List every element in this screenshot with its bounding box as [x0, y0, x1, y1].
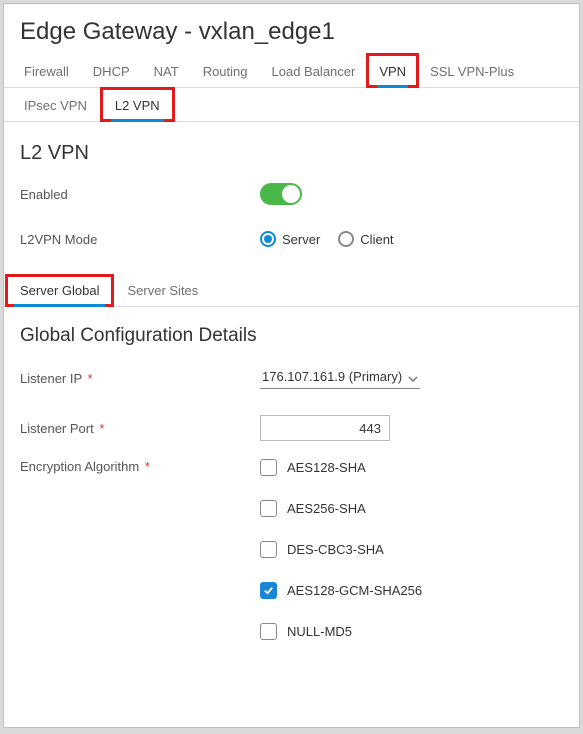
enc-option-0: AES128-SHA [260, 459, 366, 476]
vpn-subtabs: IPsec VPN L2 VPN [4, 88, 579, 122]
required-marker: * [145, 459, 150, 474]
subtab-l2-vpn[interactable]: L2 VPN [101, 88, 174, 121]
tab-load-balancer[interactable]: Load Balancer [260, 54, 368, 87]
encryption-first-row: Encryption Algorithm * AES128-SHA [20, 459, 563, 500]
tab-ssl-vpn-plus[interactable]: SSL VPN-Plus [418, 54, 526, 87]
enc-label: AES128-GCM-SHA256 [287, 583, 422, 598]
listener-port-label-text: Listener Port [20, 421, 94, 436]
mode-label: L2VPN Mode [20, 232, 260, 247]
listener-ip-value: 176.107.161.9 (Primary) [262, 369, 402, 384]
mode-radio-server-label: Server [282, 232, 320, 247]
listener-port-label: Listener Port * [20, 421, 260, 436]
subtab-ipsec-vpn[interactable]: IPsec VPN [10, 88, 101, 121]
row-listener-port: Listener Port * [20, 407, 563, 459]
encryption-rest: AES256-SHA DES-CBC3-SHA AES128-GCM-SHA25… [260, 500, 563, 640]
listener-port-input[interactable] [260, 415, 390, 441]
edge-gateway-window: Edge Gateway - vxlan_edge1 Firewall DHCP… [3, 3, 580, 728]
row-mode: L2VPN Mode Server Client [20, 223, 563, 265]
tab-server-sites[interactable]: Server Sites [113, 275, 212, 306]
listener-ip-select[interactable]: 176.107.161.9 (Primary) [260, 367, 420, 389]
l2vpn-section-title: L2 VPN [20, 142, 563, 165]
mode-radio-server[interactable]: Server [260, 231, 320, 247]
enc-checkbox-aes256-sha[interactable] [260, 500, 277, 517]
enc-label: DES-CBC3-SHA [287, 542, 384, 557]
enc-option-2: DES-CBC3-SHA [260, 541, 563, 558]
enc-option-3: AES128-GCM-SHA256 [260, 582, 563, 599]
enc-label: AES256-SHA [287, 501, 366, 516]
top-tabs: Firewall DHCP NAT Routing Load Balancer … [4, 54, 579, 88]
server-tabs: Server Global Server Sites [4, 275, 579, 307]
mode-radio-client-label: Client [360, 232, 393, 247]
enc-checkbox-aes128-sha[interactable] [260, 459, 277, 476]
radio-dot-icon [260, 231, 276, 247]
radio-dot-icon [338, 231, 354, 247]
tab-vpn[interactable]: VPN [367, 54, 418, 87]
chevron-down-icon [408, 372, 418, 382]
tab-dhcp[interactable]: DHCP [81, 54, 142, 87]
row-listener-ip: Listener IP * 176.107.161.9 (Primary) [20, 359, 563, 407]
encryption-label-text: Encryption Algorithm [20, 459, 139, 474]
enabled-toggle[interactable] [260, 183, 302, 205]
mode-radio-client[interactable]: Client [338, 231, 393, 247]
enc-checkbox-null-md5[interactable] [260, 623, 277, 640]
listener-ip-label: Listener IP * [20, 371, 260, 386]
enc-label: NULL-MD5 [287, 624, 352, 639]
page-title: Edge Gateway - vxlan_edge1 [20, 18, 563, 46]
required-marker: * [99, 421, 104, 436]
enc-option-1: AES256-SHA [260, 500, 563, 517]
tab-firewall[interactable]: Firewall [12, 54, 81, 87]
enc-checkbox-aes128-gcm-sha256[interactable] [260, 582, 277, 599]
tab-routing[interactable]: Routing [191, 54, 260, 87]
global-config-title: Global Configuration Details [20, 325, 563, 347]
enc-label: AES128-SHA [287, 460, 366, 475]
tab-nat[interactable]: NAT [142, 54, 191, 87]
row-encryption: Encryption Algorithm * AES128-SHA AES256… [20, 459, 563, 640]
mode-radio-group: Server Client [260, 231, 394, 247]
enc-option-4: NULL-MD5 [260, 623, 563, 640]
enabled-label: Enabled [20, 187, 260, 202]
enc-checkbox-des-cbc3-sha[interactable] [260, 541, 277, 558]
listener-ip-label-text: Listener IP [20, 371, 82, 386]
toggle-knob [282, 185, 300, 203]
row-enabled: Enabled [20, 175, 563, 223]
required-marker: * [88, 371, 93, 386]
tab-server-global[interactable]: Server Global [6, 275, 113, 306]
encryption-label: Encryption Algorithm * [20, 459, 260, 500]
